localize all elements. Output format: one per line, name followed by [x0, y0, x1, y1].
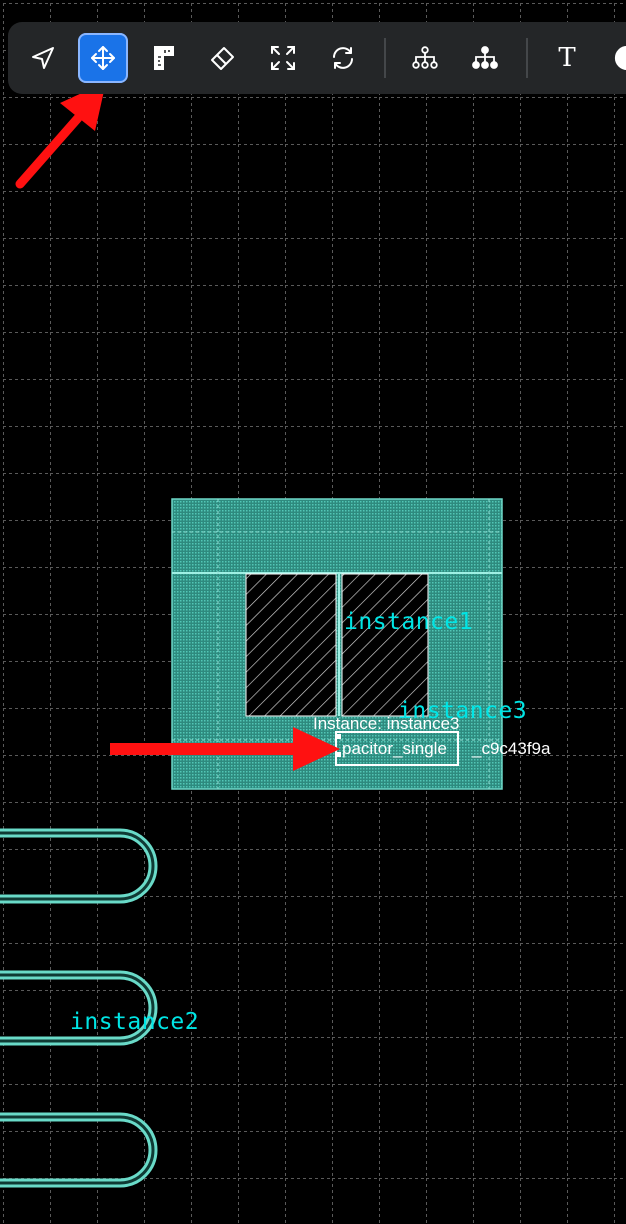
expand-corners-icon [271, 46, 295, 70]
layout-canvas[interactable] [0, 0, 626, 1224]
eraser-tool-button[interactable] [198, 33, 248, 83]
fit-view-button[interactable] [258, 33, 308, 83]
text-t-icon: T [558, 43, 576, 73]
ruler-tool-button[interactable] [138, 33, 188, 83]
theme-toggle-button[interactable] [602, 33, 626, 83]
hierarchy-tree-icon [412, 46, 438, 69]
ruler-icon [154, 46, 174, 70]
move-arrows-icon [91, 46, 115, 70]
eraser-icon [211, 47, 234, 70]
instance2-label: instance2 [70, 1009, 200, 1035]
tooltip-cell-name: pacitor_single [342, 739, 447, 758]
toolbar-divider [526, 38, 528, 78]
tooltip-cell-hash: _c9c43f9a [472, 739, 551, 758]
text-tool-button[interactable]: T [542, 33, 592, 83]
toolbar: T [8, 22, 626, 94]
hierarchy-up-button[interactable] [460, 33, 510, 83]
move-tool-button[interactable] [78, 33, 128, 83]
hierarchy-down-button[interactable] [400, 33, 450, 83]
toolbar-divider [384, 38, 386, 78]
refresh-button[interactable] [318, 33, 368, 83]
refresh-icon [333, 47, 353, 69]
select-tool-button[interactable] [18, 33, 68, 83]
navigation-arrow-icon [32, 47, 54, 69]
instance1-label: instance1 [344, 609, 474, 635]
half-circle-icon [614, 45, 626, 71]
tooltip-instance-title: Instance: instance3 [313, 714, 460, 733]
hierarchy-tree-filled-icon [472, 46, 498, 69]
